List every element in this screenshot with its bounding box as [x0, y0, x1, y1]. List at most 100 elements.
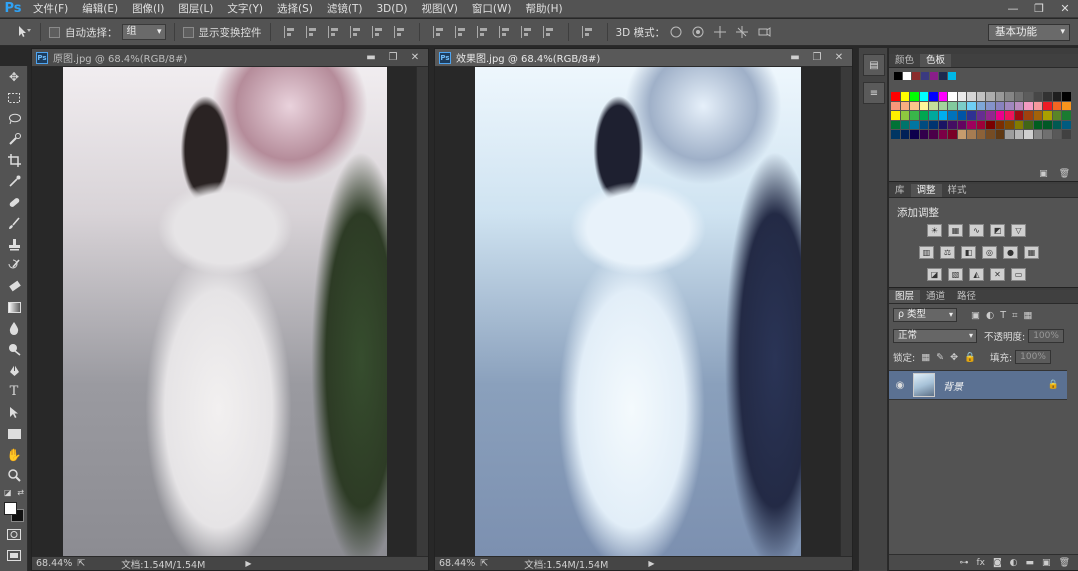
- swatch[interactable]: [1005, 92, 1014, 101]
- tab-styles[interactable]: 样式: [942, 184, 973, 197]
- threshold-icon[interactable]: ◭: [969, 268, 984, 281]
- swatch[interactable]: [986, 111, 995, 120]
- align-hcenter-icon[interactable]: [371, 26, 384, 38]
- document-canvas[interactable]: [32, 67, 428, 556]
- layer-name[interactable]: 背景: [943, 378, 963, 393]
- brightness-icon[interactable]: ☀: [927, 224, 942, 237]
- document-minimize-button[interactable]: ▬: [360, 49, 382, 66]
- vertical-scrollbar[interactable]: [840, 67, 852, 556]
- swatch[interactable]: [1033, 92, 1042, 101]
- color-balance-icon[interactable]: ⚖: [940, 246, 955, 259]
- swatch[interactable]: [1062, 120, 1071, 129]
- swatch[interactable]: [1014, 130, 1023, 139]
- swatch[interactable]: [900, 111, 909, 120]
- swatch[interactable]: [910, 130, 919, 139]
- swatch[interactable]: [891, 92, 900, 101]
- swatch[interactable]: [1062, 101, 1071, 110]
- history-brush-tool-icon[interactable]: [0, 255, 28, 276]
- delete-layer-icon[interactable]: 🗑: [1059, 558, 1070, 568]
- swatch[interactable]: [976, 101, 985, 110]
- swatch[interactable]: [1062, 130, 1071, 139]
- rotate-3d-icon[interactable]: [669, 25, 683, 39]
- close-button[interactable]: ✕: [1052, 0, 1078, 18]
- distribute-bottom-icon[interactable]: [476, 26, 489, 38]
- swatch[interactable]: [1033, 130, 1042, 139]
- swatch[interactable]: [1005, 120, 1014, 129]
- swatch[interactable]: [910, 101, 919, 110]
- auto-select-dropdown[interactable]: 组: [121, 24, 166, 40]
- swatch[interactable]: [976, 92, 985, 101]
- swatch[interactable]: [910, 120, 919, 129]
- swatch[interactable]: [948, 101, 957, 110]
- swatch[interactable]: [1014, 111, 1023, 120]
- blend-mode-dropdown[interactable]: 正常: [893, 329, 977, 343]
- show-transform-checkbox[interactable]: [182, 26, 194, 38]
- swatch[interactable]: [900, 120, 909, 129]
- swatch[interactable]: [1014, 101, 1023, 110]
- swatch[interactable]: [995, 130, 1004, 139]
- swatch[interactable]: [919, 120, 928, 129]
- menu-file[interactable]: 文件(F): [26, 0, 75, 18]
- swatch[interactable]: [894, 72, 902, 80]
- swatch[interactable]: [900, 92, 909, 101]
- delete-swatch-icon[interactable]: 🗑: [1059, 169, 1070, 179]
- menu-layer[interactable]: 图层(L): [171, 0, 220, 18]
- properties-panel-icon[interactable]: ≡: [863, 82, 885, 104]
- swatch[interactable]: [1052, 130, 1061, 139]
- swatch[interactable]: [1014, 92, 1023, 101]
- healing-brush-tool-icon[interactable]: [0, 192, 28, 213]
- swatch[interactable]: [995, 120, 1004, 129]
- swatch[interactable]: [1005, 101, 1014, 110]
- tab-adjustments[interactable]: 调整: [910, 184, 942, 197]
- swatch[interactable]: [948, 92, 957, 101]
- swatch[interactable]: [1052, 101, 1061, 110]
- swatch[interactable]: [919, 92, 928, 101]
- swatch[interactable]: [1033, 111, 1042, 120]
- opacity-field[interactable]: 100%: [1028, 329, 1065, 343]
- distribute-top-icon[interactable]: [432, 26, 445, 38]
- tab-channels[interactable]: 通道: [920, 290, 951, 303]
- vibrance-icon[interactable]: ▽: [1011, 224, 1026, 237]
- swatch[interactable]: [957, 120, 966, 129]
- swatch[interactable]: [1043, 101, 1052, 110]
- swatch[interactable]: [967, 101, 976, 110]
- swatch[interactable]: [1052, 111, 1061, 120]
- channel-mixer-icon[interactable]: ●: [1003, 246, 1018, 259]
- swatch[interactable]: [957, 111, 966, 120]
- status-menu-arrow-icon[interactable]: ▶: [648, 559, 654, 568]
- restore-button[interactable]: ❐: [1026, 0, 1052, 18]
- export-icon[interactable]: ⇱: [480, 558, 488, 569]
- swatch[interactable]: [967, 111, 976, 120]
- new-layer-icon[interactable]: ▣: [1042, 558, 1051, 568]
- swatch[interactable]: [929, 111, 938, 120]
- swatch[interactable]: [938, 130, 947, 139]
- swatch[interactable]: [891, 111, 900, 120]
- menu-help[interactable]: 帮助(H): [519, 0, 570, 18]
- levels-icon[interactable]: ▦: [948, 224, 963, 237]
- swatch[interactable]: [948, 111, 957, 120]
- swatch[interactable]: [929, 101, 938, 110]
- swatch[interactable]: [986, 92, 995, 101]
- fill-field[interactable]: 100%: [1015, 350, 1052, 364]
- curves-icon[interactable]: ∿: [969, 224, 984, 237]
- tab-libraries[interactable]: 库: [889, 184, 911, 197]
- swatch[interactable]: [891, 101, 900, 110]
- hand-tool-icon[interactable]: ✋: [0, 444, 28, 465]
- layer-row-background[interactable]: ◉ 背景 🔒: [889, 370, 1067, 400]
- swatch[interactable]: [1033, 101, 1042, 110]
- swatch[interactable]: [1024, 92, 1033, 101]
- swatch[interactable]: [986, 120, 995, 129]
- adjustment-layer-icon[interactable]: ◐: [1010, 558, 1018, 568]
- scale-3d-icon[interactable]: [757, 25, 771, 39]
- menu-view[interactable]: 视图(V): [415, 0, 465, 18]
- swatch[interactable]: [1033, 120, 1042, 129]
- gradient-tool-icon[interactable]: [0, 297, 28, 318]
- swatch[interactable]: [976, 120, 985, 129]
- layer-filter-icons[interactable]: ▣◐T⌗▦: [971, 310, 1038, 321]
- zoom-level[interactable]: 68.44%: [32, 558, 77, 569]
- swatch[interactable]: [995, 111, 1004, 120]
- invert-icon[interactable]: ◪: [927, 268, 942, 281]
- swatch[interactable]: [903, 72, 911, 80]
- marquee-tool-icon[interactable]: [0, 87, 28, 108]
- black-white-icon[interactable]: ◧: [961, 246, 976, 259]
